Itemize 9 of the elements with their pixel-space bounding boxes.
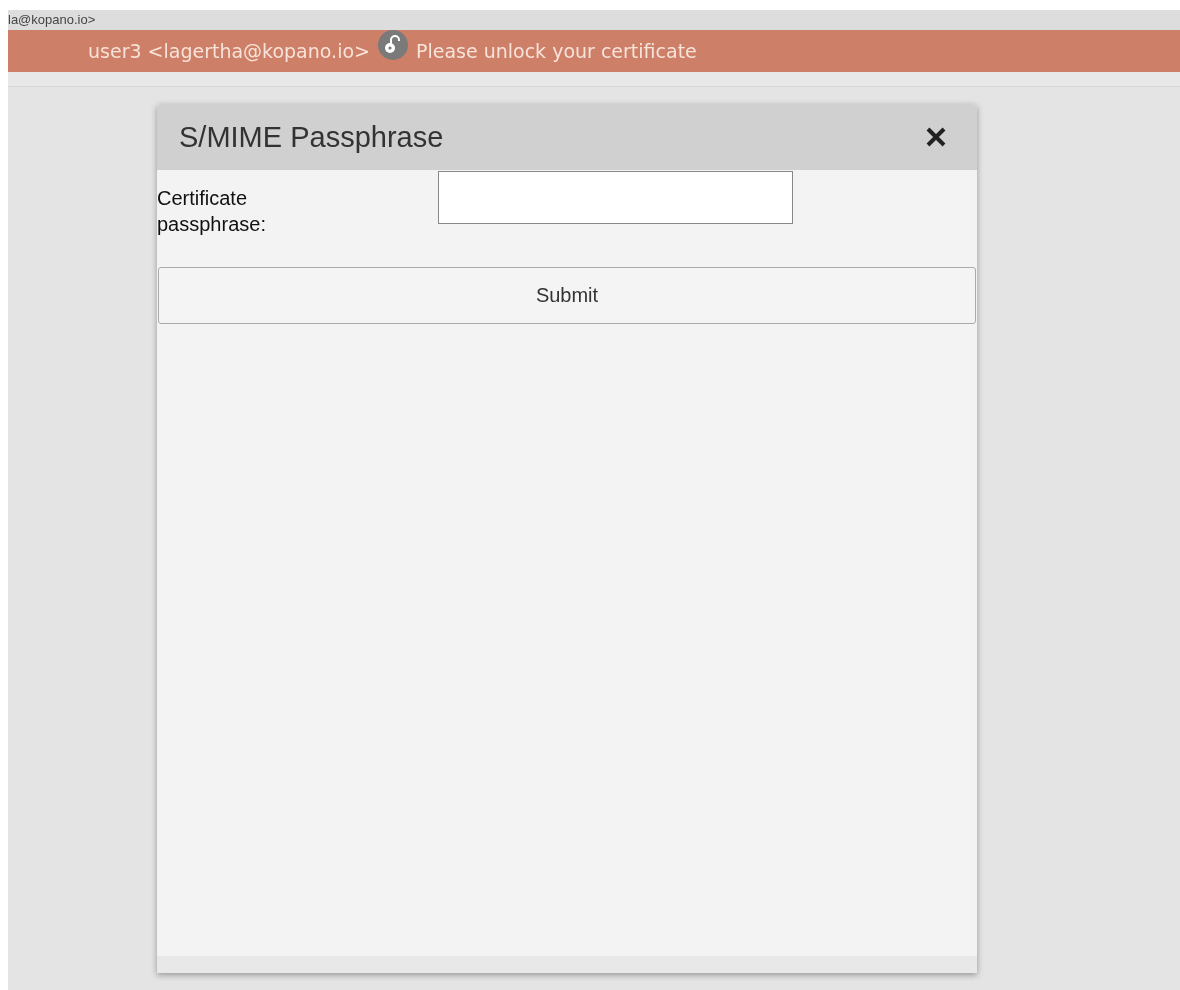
passphrase-field[interactable]	[438, 171, 793, 224]
submit-button[interactable]: Submit	[158, 267, 976, 324]
unlocked-padlock-icon	[377, 30, 408, 60]
field-label: Certificate passphrase:	[157, 186, 267, 237]
notice-message: Please unlock your certificate	[415, 40, 697, 62]
sender-address-text: la@kopano.io>	[8, 12, 96, 27]
close-icon[interactable]	[925, 126, 947, 148]
sender-text: user3 <lagertha@kopano.io>	[88, 40, 370, 62]
dialog-title: S/MIME Passphrase	[179, 120, 444, 154]
